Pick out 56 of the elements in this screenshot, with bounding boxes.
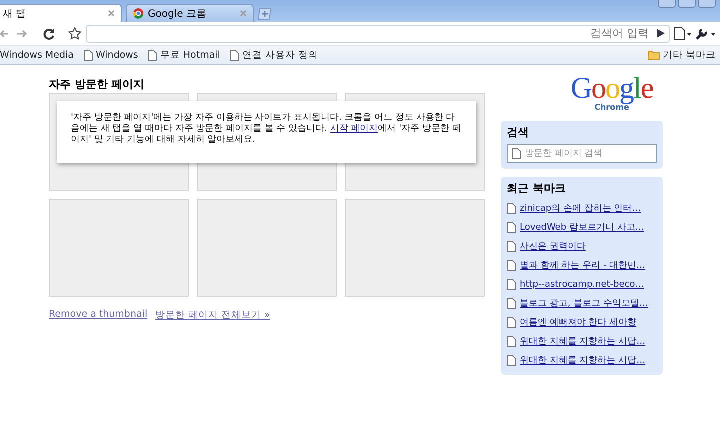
page-link[interactable]: 방문한 페이지 전체보기 » (156, 309, 270, 322)
panel-title: 검색 (507, 125, 530, 140)
bookmark-link[interactable]: 무료 Hotmail (148, 48, 220, 62)
back-icon[interactable] (0, 28, 8, 38)
page-icon (507, 355, 516, 366)
bookmark-link[interactable]: 위대한 지혜를 지향하는 시답… (507, 333, 657, 350)
page-icon (148, 50, 158, 60)
search-field[interactable]: 방문한 페이지 검색 (507, 144, 657, 163)
wrench-icon[interactable] (696, 27, 716, 40)
go-icon[interactable] (657, 29, 665, 38)
bookmark-link[interactable]: LovedWeb 람보르기니 사고… (507, 219, 657, 236)
bookmark-link[interactable]: 여름엔 예뻐져야 한다 세아향 (507, 314, 657, 331)
page-icon (507, 317, 516, 328)
bookmark-link[interactable]: 별과 함께 하는 우리 - 대한민… (507, 257, 657, 274)
forward-icon[interactable] (16, 28, 28, 38)
page-icon (512, 148, 521, 159)
page-menu-icon[interactable] (674, 27, 692, 40)
folder-icon (648, 50, 660, 60)
bookmark-link[interactable]: Windows Media (0, 50, 74, 60)
page-icon (84, 50, 93, 60)
close-icon[interactable] (240, 10, 247, 17)
maximize-button[interactable] (678, 0, 696, 8)
panel-title: 최근 북마크 (507, 181, 567, 196)
browser-tab[interactable]: Google 크롬 (126, 4, 254, 22)
bookmark-link[interactable]: zinicap의 손에 잡히는 인터… (507, 200, 657, 217)
page-link[interactable]: Remove a thumbnail (49, 309, 148, 322)
browser-logo-icon (133, 8, 144, 19)
reload-icon[interactable] (42, 26, 56, 40)
start-page-link[interactable]: 시작 페이지 (330, 124, 378, 134)
browser-tab[interactable]: 새 탭 (0, 4, 122, 22)
page-icon (507, 203, 516, 214)
page-icon (507, 298, 516, 309)
logo-wordmark: Google (570, 75, 654, 102)
other-bookmarks[interactable]: 기타 북마크 (648, 48, 716, 62)
minimize-button[interactable] (658, 0, 676, 8)
star-icon[interactable] (68, 26, 82, 40)
page-icon (507, 222, 516, 233)
bookmark-link[interactable]: Windows (84, 50, 138, 60)
bookmark-link[interactable]: http--astrocamp.net-beco… (507, 276, 657, 293)
bookmark-link[interactable]: 블로그 광고, 블로그 수익모델… (507, 295, 657, 312)
page-icon (507, 279, 516, 290)
close-button[interactable] (698, 0, 716, 8)
logo-subtitle: Chrome (594, 103, 630, 112)
close-icon[interactable] (108, 10, 115, 17)
page-icon (507, 260, 516, 271)
address-bar[interactable]: 검색어 입력 (86, 24, 670, 42)
new-tab-icon[interactable] (258, 8, 272, 20)
search-hint: 검색어 입력 (590, 26, 649, 41)
page-icon (507, 336, 516, 347)
page-icon (507, 241, 516, 252)
bookmark-link[interactable]: 사진은 권력이다 (507, 238, 657, 255)
bookmark-link[interactable]: 위대한 지혜를 지향하는 시답… (507, 352, 657, 369)
info-message: '자주 방문한 페이지'에는 가장 자주 이용하는 사이트가 표시됩니다. 크롬을 어느 정도 사용한 다음에는 새 탭을 열 때마다 자주 방문한 페이지를 볼 수 있습니다. 시작 페이지에서 '자주 방문한 페이지' 및 기타 기능에 대해 자세히 알아보세요. (57, 101, 476, 163)
bookmark-link[interactable]: 연결 사용자 정의 (230, 48, 318, 62)
page-icon (230, 50, 240, 60)
section-title: 자주 방문한 페이지 (49, 77, 146, 93)
